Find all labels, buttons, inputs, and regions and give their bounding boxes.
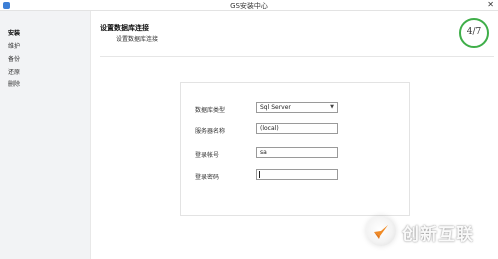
db-type-label: 数据库类型 bbox=[195, 107, 226, 114]
password-input[interactable] bbox=[256, 169, 338, 180]
server-name-input[interactable]: (local) bbox=[256, 123, 338, 134]
close-icon[interactable]: ✕ bbox=[487, 0, 494, 10]
sidebar-item-restore[interactable]: 还原 bbox=[8, 67, 20, 76]
login-account-value: sa bbox=[260, 149, 267, 156]
step-progress-indicator: 4/7 bbox=[459, 18, 489, 48]
text-cursor bbox=[259, 171, 260, 178]
login-account-label: 登录帐号 bbox=[195, 152, 220, 159]
sidebar-item-maintain[interactable]: 维护 bbox=[8, 41, 20, 50]
login-account-input[interactable]: sa bbox=[256, 147, 338, 158]
db-type-select[interactable]: Sql Server ▼ bbox=[256, 102, 338, 113]
title-bar: GS安装中心 ✕ bbox=[0, 0, 498, 11]
db-type-value: Sql Server bbox=[260, 104, 291, 111]
server-name-value: (local) bbox=[260, 125, 279, 132]
chevron-down-icon[interactable]: ▼ bbox=[330, 103, 334, 112]
brand-name: 创新互联 bbox=[402, 225, 474, 245]
sidebar-item-install[interactable]: 安装 bbox=[8, 28, 20, 37]
header-divider bbox=[100, 56, 494, 57]
window-title: GS安装中心 bbox=[230, 2, 268, 10]
brand-logo-icon bbox=[366, 216, 396, 246]
db-connection-form: 数据库类型 Sql Server ▼ 服务器名称 (local) 登录帐号 sa… bbox=[180, 82, 410, 216]
server-name-label: 服务器名称 bbox=[195, 128, 226, 135]
sidebar: 安装 维护 备份 还原 删除 bbox=[0, 11, 91, 259]
sidebar-item-delete[interactable]: 删除 bbox=[8, 79, 20, 88]
page-subtitle: 设置数据库连接 bbox=[116, 36, 159, 43]
page-title: 设置数据库连接 bbox=[100, 24, 149, 32]
sidebar-item-backup[interactable]: 备份 bbox=[8, 54, 20, 63]
password-label: 登录密码 bbox=[195, 174, 220, 181]
brand-watermark: 创新互联 bbox=[366, 212, 496, 250]
step-counter: 4/7 bbox=[466, 27, 482, 37]
